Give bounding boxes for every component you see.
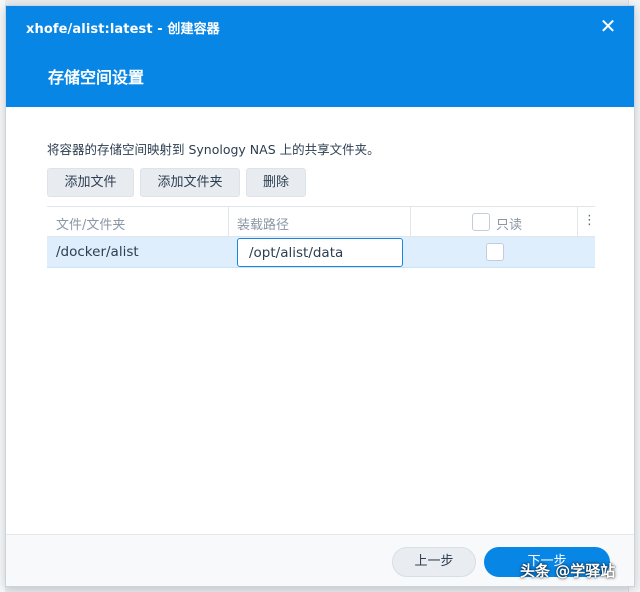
- read-only-checkbox[interactable]: [486, 243, 504, 261]
- add-file-button[interactable]: 添加文件: [47, 168, 134, 197]
- column-divider: [228, 207, 229, 237]
- window-title: xhofe/alist:latest - 创建容器: [26, 22, 220, 37]
- previous-button[interactable]: 上一步: [392, 547, 476, 577]
- watermark: 头条 @学驿站: [520, 562, 616, 580]
- table-row[interactable]: /docker/alist: [47, 237, 595, 268]
- file-folder-cell: /docker/alist: [56, 244, 139, 260]
- create-container-dialog: xhofe/alist:latest - 创建容器 ✕ 存储空间设置 将容器的存…: [5, 5, 635, 587]
- volume-table: 文件/文件夹 装载路径 只读 ⋮ /docker/alist: [47, 206, 596, 268]
- close-icon: ✕: [599, 14, 617, 38]
- column-header-mount-path[interactable]: 装载路径: [237, 214, 289, 233]
- column-divider: [577, 207, 578, 237]
- column-divider: [410, 207, 411, 237]
- dialog-header: xhofe/alist:latest - 创建容器 ✕ 存储空间设置: [6, 6, 634, 107]
- column-menu-icon[interactable]: ⋮: [583, 213, 596, 228]
- read-only-select-all-checkbox[interactable]: [472, 213, 490, 231]
- column-header-file-folder[interactable]: 文件/文件夹: [56, 214, 125, 233]
- description-text: 将容器的存储空间映射到 Synology NAS 上的共享文件夹。: [47, 142, 380, 157]
- mount-path-input[interactable]: [237, 238, 403, 267]
- delete-button[interactable]: 删除: [246, 168, 306, 197]
- add-folder-button[interactable]: 添加文件夹: [140, 168, 240, 197]
- step-title: 存储空间设置: [48, 68, 145, 87]
- close-button[interactable]: ✕: [598, 16, 618, 36]
- table-header: 文件/文件夹 装载路径 只读 ⋮: [47, 206, 596, 237]
- column-header-read-only: 只读: [496, 218, 523, 233]
